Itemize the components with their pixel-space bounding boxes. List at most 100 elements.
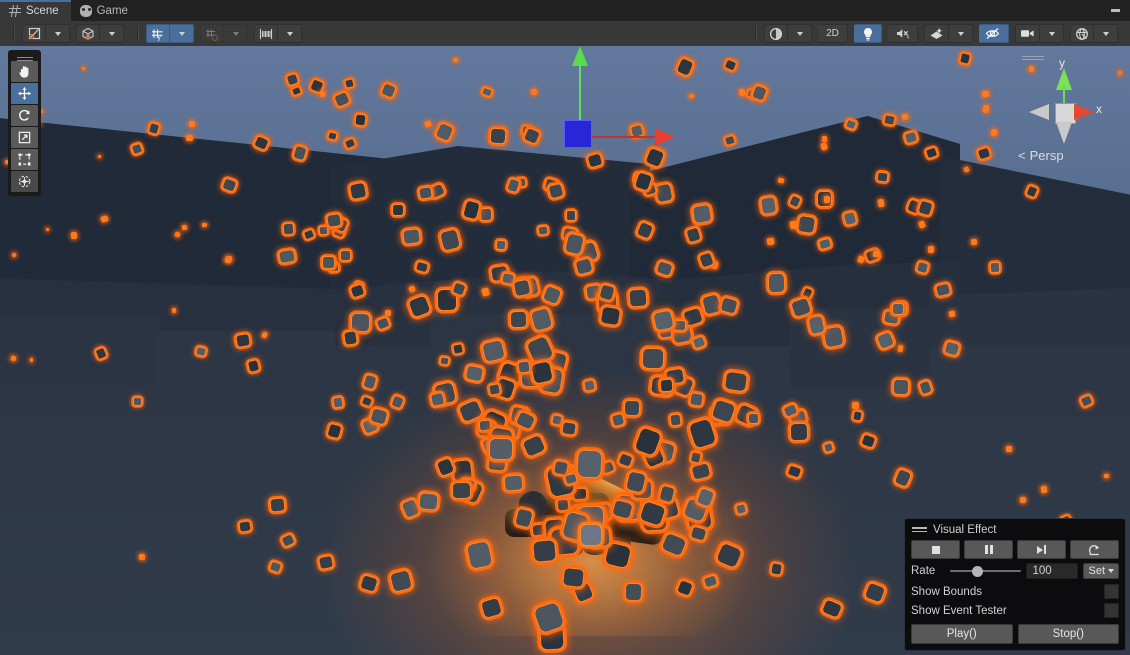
camera-settings-button[interactable] [1015,24,1040,43]
rate-slider-knob[interactable] [972,565,984,577]
ember-particle [81,66,86,70]
draw-mode-caret[interactable] [46,24,70,43]
draw-mode-group [22,24,70,43]
grid-snapping-button[interactable] [200,24,224,43]
gizmos-caret[interactable] [1094,24,1118,43]
ember-particle [1040,485,1048,494]
rate-slider[interactable] [950,564,1022,578]
chevron-down-icon [1108,569,1114,573]
rotate-tool[interactable] [11,105,38,126]
ember-particle [789,422,809,441]
step-forward-icon [1037,545,1046,554]
tab-scene[interactable]: Scene [0,0,71,21]
pause-button[interactable] [964,540,1013,559]
lighting-mode-dropdown[interactable] [76,24,100,43]
scene-visibility-toggle[interactable] [979,24,1009,43]
floor-block-1 [0,316,160,386]
hand-tool[interactable] [11,61,38,82]
ember-particle [195,345,207,357]
ember-particle [882,113,896,126]
ember-particle [572,487,587,501]
step-button[interactable] [1017,540,1066,559]
ember-particle [672,320,687,333]
projection-mode-label[interactable]: < Persp [1018,148,1064,163]
ember-particle [354,113,367,127]
grid-axis-button[interactable]: y [146,24,170,43]
eye-off-icon [985,27,1000,40]
kebab-menu-icon[interactable] [1104,0,1126,21]
show-bounds-row[interactable]: Show Bounds [911,582,1119,601]
play-button[interactable]: Play() [911,624,1013,644]
snap-increment-caret[interactable] [278,24,302,43]
toggle-lighting-button[interactable] [854,24,882,43]
ember-particle [576,449,604,480]
restart-loop-icon [1088,544,1100,555]
draw-mode-dropdown[interactable] [22,24,46,43]
ember-particle [565,210,576,222]
half-circle-icon [769,27,783,40]
tools-drag-handle[interactable] [11,53,38,61]
grid-axis-group: y [146,24,194,43]
panel-grip-icon[interactable] [912,527,927,533]
ember-particle [452,481,472,499]
toggle-2d-button[interactable]: 2D [818,24,848,43]
ember-particle [1104,474,1110,479]
show-event-tester-row[interactable]: Show Event Tester [911,601,1119,620]
scale-tool[interactable] [11,127,38,148]
transform-tool[interactable] [11,171,38,192]
camera-settings-group [1015,24,1064,43]
gizmo-x-arrow[interactable] [655,128,675,146]
ember-particle [767,272,786,294]
ember-particle [500,271,515,285]
grid-snapping-caret[interactable] [224,24,248,43]
ember-particle [185,135,193,142]
restart-button[interactable] [1070,540,1119,559]
effects-button[interactable] [924,24,949,43]
axis-negative-y-cone[interactable] [1056,122,1072,144]
axis-x-cone[interactable] [1074,104,1094,120]
ember-particle [796,214,817,235]
camera-settings-caret[interactable] [1040,24,1064,43]
axis-negative-x-cone[interactable] [1029,104,1049,120]
stop-action-button[interactable]: Stop() [1017,624,1119,644]
toggle-2d-label: 2D [826,28,839,39]
ember-particle [550,413,563,426]
lighting-mode-caret[interactable] [100,24,124,43]
gizmo-x-axis[interactable] [581,136,661,138]
snap-increment-button[interactable] [254,24,278,43]
rotate-icon [19,109,30,121]
rect-tool[interactable] [11,149,38,170]
window-tab-bar: Scene Game [0,0,1130,21]
gizmo-drag-handle[interactable] [1022,54,1044,60]
gizmo-z-plane-handle[interactable] [564,120,592,148]
axis-center-cube[interactable] [1055,103,1076,124]
show-event-tester-checkbox[interactable] [1104,603,1119,618]
toolbar-divider-3 [755,26,757,41]
ember-particle [392,204,405,217]
toggle-audio-button[interactable]: x [888,24,918,43]
show-bounds-checkbox[interactable] [1104,584,1119,599]
ember-particle [495,239,507,252]
scene-toolbar: y 2D x [0,21,1130,47]
move-tool[interactable] [11,83,38,104]
ember-particle [692,203,713,224]
lighting-mode-group [76,24,124,43]
ember-particle [627,288,648,308]
stop-button[interactable] [911,540,960,559]
grid-axis-caret[interactable] [170,24,194,43]
tab-game[interactable]: Game [71,0,140,21]
scene-axis-gizmo[interactable]: y x < Persp [1008,56,1116,176]
rate-value-field[interactable]: 100 [1026,563,1079,579]
rate-control-row: Rate 100 Set [911,563,1119,579]
scene-visibility-caret[interactable] [788,24,812,43]
vfx-playback-row [911,540,1119,559]
effects-caret[interactable] [949,24,973,43]
rate-set-dropdown[interactable]: Set [1083,563,1119,579]
move-tool-gizmo[interactable] [560,46,680,196]
vfx-panel-title: Visual Effect [933,524,997,536]
ember-particle [138,553,145,561]
ember-particle [503,474,525,492]
scene-viewport[interactable]: y x < Persp Visual Effect Rate 100 Set S… [0,46,1130,655]
scene-visibility-button[interactable] [764,24,788,43]
gizmos-button[interactable] [1070,24,1094,43]
